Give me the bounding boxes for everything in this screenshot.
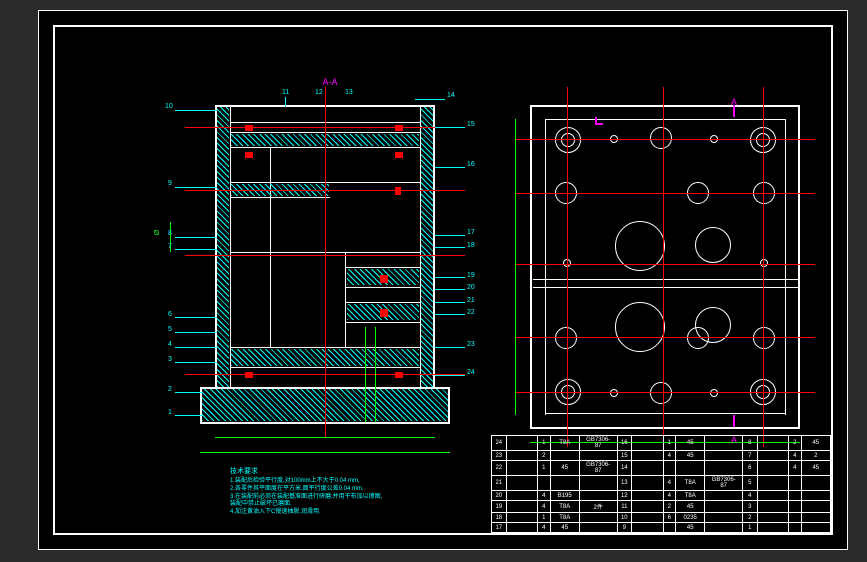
balloon-21: 21 [467,297,475,304]
balloon-4: 4 [168,341,172,348]
balloon-18: 18 [467,242,475,249]
balloon-13: 13 [345,89,353,96]
notes-title: 技术要求 [230,467,490,476]
balloon-11: 11 [282,89,289,96]
parts-list: 241T8AGB7306-87 16145 8245 232 15445 742… [491,435,831,533]
section-label: A-A [315,77,345,87]
balloon-1: 1 [168,409,172,416]
hatch [217,107,229,387]
balloon-3: 3 [168,356,172,363]
balloon-8: 8 [168,230,172,237]
balloon-9: 9 [168,180,172,187]
title-block: 241T8AGB7306-87 16145 8245 232 15445 742… [491,448,831,533]
balloon-17: 17 [467,229,475,236]
balloon-6: 6 [168,311,172,318]
balloon-24: 24 [467,369,475,376]
drawing-frame: A-A Ø 10 11 12 13 14 15 16 9 8 7 17 18 1… [53,25,833,535]
balloon-23: 23 [467,341,475,348]
balloon-7: 7 [168,243,172,250]
tech-notes: 技术要求 1.装配后检验平行度,对100mm上不大于0.04 mm, 2.各零件… [230,467,490,517]
balloon-12: 12 [315,89,323,96]
balloon-5: 5 [168,326,172,333]
plan-outline [530,105,800,107]
balloon-14: 14 [447,92,455,99]
balloon-15: 15 [467,121,475,128]
balloon-10: 10 [165,103,173,110]
balloon-2: 2 [168,386,172,393]
balloon-20: 20 [467,284,475,291]
leader [175,110,217,111]
section-arrow [595,117,603,125]
balloon-16: 16 [467,161,475,168]
balloon-19: 19 [467,272,475,279]
fastener [245,125,253,131]
balloon-22: 22 [467,309,475,316]
